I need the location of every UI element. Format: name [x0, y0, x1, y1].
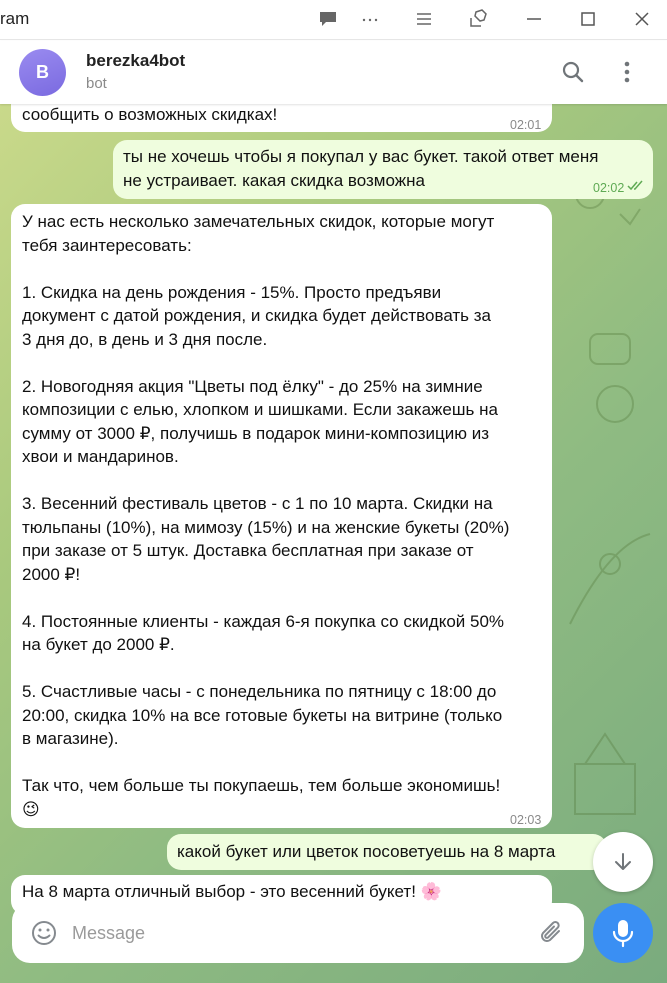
chat-icon[interactable] [314, 6, 342, 32]
message-incoming[interactable]: У нас есть несколько замечательных скидо… [11, 204, 552, 828]
doodle-pattern [569, 533, 651, 625]
message-text: ты не хочешь чтобы я покупал у вас букет… [123, 147, 599, 190]
message-outgoing[interactable]: ты не хочешь чтобы я покупал у вас букет… [113, 140, 653, 199]
message-text: На 8 марта отличный выбор - это весенний… [22, 882, 442, 901]
window-titlebar: ram [0, 0, 667, 40]
scroll-down-button[interactable] [593, 832, 653, 892]
message-time: 02:01 [510, 118, 542, 132]
message-text: У нас есть несколько замечательных скидо… [22, 212, 510, 819]
doodle-pattern [589, 333, 634, 423]
minimize-icon[interactable] [520, 6, 548, 32]
voice-record-button[interactable] [593, 903, 653, 963]
message-input[interactable] [72, 920, 522, 946]
maximize-icon[interactable] [574, 6, 602, 32]
emoji-icon[interactable] [30, 919, 58, 952]
message-text: сообщить о возможных скидках! [22, 105, 278, 124]
chat-area[interactable]: сообщить о возможных скидках! 02:01 ты н… [0, 104, 667, 983]
chat-name[interactable]: berezka4bot [86, 51, 185, 71]
message-time: 02:02 [593, 181, 625, 195]
message-text: какой букет или цветок посоветуешь на 8 … [177, 842, 556, 861]
message-outgoing[interactable]: какой букет или цветок посоветуешь на 8 … [167, 834, 607, 870]
read-ticks-icon [627, 180, 643, 191]
menu-icon[interactable] [410, 6, 438, 32]
pin-icon[interactable] [464, 6, 492, 32]
attach-icon[interactable] [539, 919, 565, 952]
more-vertical-icon[interactable] [612, 57, 642, 87]
message-time: 02:03 [510, 813, 542, 827]
doodle-pattern [574, 732, 636, 815]
window-title: ram [0, 9, 30, 28]
search-icon[interactable] [558, 57, 588, 87]
chat-status: bot [86, 75, 107, 92]
chat-header: B berezka4bot bot [0, 41, 667, 104]
message-composer [12, 903, 584, 963]
avatar[interactable]: B [19, 49, 66, 96]
mic-icon [612, 920, 634, 948]
close-icon[interactable] [628, 6, 656, 32]
message-incoming[interactable]: сообщить о возможных скидках! 02:01 [11, 104, 552, 132]
arrow-down-icon [615, 853, 631, 870]
more-icon[interactable] [356, 6, 384, 32]
